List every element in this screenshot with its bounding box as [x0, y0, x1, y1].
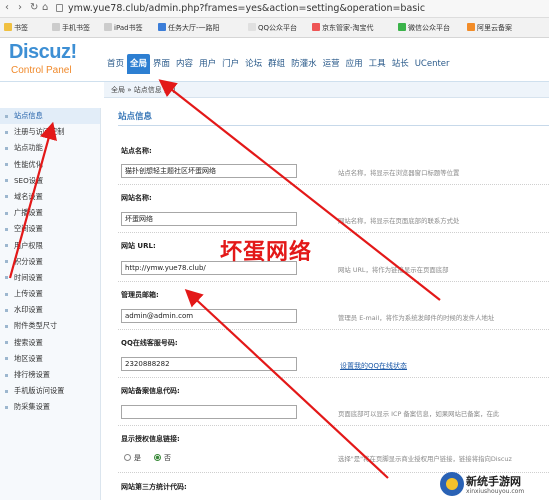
breadcrumb: 全局 » 站点信息 [+] — [104, 82, 549, 98]
sidebar-item-time[interactable]: 时间设置 — [0, 270, 100, 286]
field-tip: 页面底部可以显示 ICP 备案信息，如果网站已备案，在此 — [338, 410, 500, 418]
wechat-icon — [398, 23, 406, 31]
nav-global[interactable]: 全局 — [127, 54, 151, 74]
field-label: QQ在线客服号码: — [121, 339, 178, 347]
nav-home[interactable]: 首页 — [104, 54, 127, 74]
row-divider — [118, 425, 549, 426]
nav-antispam[interactable]: 防灌水 — [288, 54, 320, 74]
sidebar-item-mobile[interactable]: 手机版访问设置 — [0, 383, 100, 399]
row-divider — [118, 281, 549, 282]
row-divider — [118, 184, 549, 185]
field-label: 网站名称: — [121, 194, 152, 202]
sidebar-item-search[interactable]: 搜索设置 — [0, 335, 100, 351]
website-name-input[interactable]: 坏蛋网络 — [121, 212, 297, 226]
sidebar-item-register[interactable]: 注册与访问控制 — [0, 124, 100, 140]
nav-groups[interactable]: 群组 — [265, 54, 288, 74]
sidebar-item-permissions[interactable]: 用户权限 — [0, 238, 100, 254]
settings-panel: 站点信息 站点名称: 猫扑创想轻主题社区坏蛋网络 站点名称，将显示在浏览器窗口标… — [104, 98, 549, 500]
corner-logo: 新统手游网 xinxiushouyou.com — [436, 470, 549, 500]
home-icon[interactable]: ⌂ — [42, 2, 48, 13]
admin-header: Discuz! Control Panel 首页 全局 界面 内容 用户 门户 … — [0, 38, 549, 82]
discuz-logo: Discuz! — [9, 41, 77, 63]
nav-interface[interactable]: 界面 — [150, 54, 173, 74]
field-label: 管理员邮箱: — [121, 291, 159, 299]
refresh-icon[interactable]: ↻ — [30, 2, 38, 13]
qq-status-link[interactable]: 设置我的QQ在线状态 — [340, 361, 407, 371]
watermark-text: 坏蛋网络 — [220, 240, 313, 265]
sidebar-item-broadcast[interactable]: 广播设置 — [0, 205, 100, 221]
url-field[interactable]: ymw.yue78.club/admin.php?frames=yes&acti… — [68, 3, 425, 14]
page-icon — [56, 4, 63, 12]
row-divider — [118, 329, 549, 330]
field-label: 网站备案信息代码: — [121, 387, 180, 395]
nav-users[interactable]: 用户 — [196, 54, 219, 74]
forward-icon[interactable]: › — [18, 2, 22, 13]
folder-icon — [52, 23, 60, 31]
bookmark-item[interactable]: 任务大厅-一路阳 — [158, 23, 220, 33]
row-divider — [118, 377, 549, 378]
bookmark-item[interactable]: 京东管家-淘宝代 — [312, 23, 374, 33]
row-divider — [118, 232, 549, 233]
site-icon — [248, 23, 256, 31]
nav-ucenter[interactable]: UCenter — [412, 54, 453, 74]
nav-forum[interactable]: 论坛 — [242, 54, 265, 74]
sidebar: 站点信息 注册与访问控制 站点功能 性能优化 SEO设置 域名设置 广播设置 空… — [0, 108, 101, 500]
field-tip: 网站名称，将显示在页面底部的联系方式处 — [338, 217, 460, 225]
section-title: 站点信息 — [118, 112, 153, 122]
nav-portal[interactable]: 门户 — [219, 54, 242, 74]
sidebar-item-ranking[interactable]: 排行榜设置 — [0, 367, 100, 383]
nav-content[interactable]: 内容 — [173, 54, 196, 74]
field-tip: 网站 URL，将作为链接显示在页面底部 — [338, 266, 449, 274]
nav-apps[interactable]: 应用 — [343, 54, 366, 74]
bookmarks-bar: 书签 手机书签 iPad书签 任务大厅-一路阳 QQ公众平台 京东管家-淘宝代 … — [0, 18, 549, 38]
star-icon — [4, 23, 12, 31]
qq-service-input[interactable]: 2320888282 — [121, 357, 297, 371]
back-icon[interactable]: ‹ — [5, 2, 9, 13]
field-label: 站点名称: — [121, 147, 152, 155]
field-label: 显示授权信息链接: — [121, 435, 180, 443]
bookmark-item[interactable]: QQ公众平台 — [248, 23, 297, 33]
site-icon — [158, 23, 166, 31]
nav-webmaster[interactable]: 站长 — [389, 54, 412, 74]
sidebar-item-performance[interactable]: 性能优化 — [0, 157, 100, 173]
top-nav: 首页 全局 界面 内容 用户 门户 论坛 群组 防灌水 运营 应用 工具 站长 … — [104, 54, 453, 74]
bookmark-item[interactable]: 微信公众平台 — [398, 23, 450, 33]
site-name-input[interactable]: 猫扑创想轻主题社区坏蛋网络 — [121, 164, 297, 178]
field-tip: 选择"是"将在页脚显示商业授权用户链接，链接将指向Discuz — [338, 455, 512, 463]
bookmark-item[interactable]: 手机书签 — [52, 23, 90, 33]
sidebar-item-domain[interactable]: 域名设置 — [0, 189, 100, 205]
address-bar: ‹ › ↻ ⌂ ymw.yue78.club/admin.php?frames=… — [0, 0, 549, 18]
brand-icon — [440, 472, 464, 496]
field-tip: 管理员 E-mail，将作为系统发邮件的时候的发件人地址 — [338, 314, 495, 322]
sidebar-item-features[interactable]: 站点功能 — [0, 140, 100, 156]
bookmark-item[interactable]: 阿里云备案 — [467, 23, 512, 33]
sidebar-item-site-info[interactable]: 站点信息 — [0, 108, 100, 125]
bookmark-item[interactable]: 书签 — [4, 23, 28, 33]
sidebar-item-anticrawl[interactable]: 防采集设置 — [0, 399, 100, 415]
sidebar-item-watermark[interactable]: 水印设置 — [0, 302, 100, 318]
radio-yes[interactable]: 是 — [124, 453, 141, 463]
field-label: 网站 URL: — [121, 242, 156, 250]
sidebar-item-region[interactable]: 地区设置 — [0, 351, 100, 367]
admin-email-input[interactable]: admin@admin.com — [121, 309, 297, 323]
sidebar-item-seo[interactable]: SEO设置 — [0, 173, 100, 189]
nav-operations[interactable]: 运营 — [320, 54, 343, 74]
radio-icon — [124, 454, 131, 461]
field-label: 网站第三方统计代码: — [121, 483, 187, 491]
sidebar-item-upload[interactable]: 上传设置 — [0, 286, 100, 302]
sidebar-item-space[interactable]: 空间设置 — [0, 221, 100, 237]
section-divider — [118, 125, 549, 126]
site-icon — [312, 23, 320, 31]
radio-checked-icon — [154, 454, 161, 461]
logo-subtitle: Control Panel — [11, 65, 72, 76]
folder-icon — [104, 23, 112, 31]
radio-no[interactable]: 否 — [154, 453, 171, 463]
field-tip: 站点名称，将显示在浏览器窗口标题等位置 — [338, 169, 460, 177]
icp-code-input[interactable] — [121, 405, 297, 419]
sidebar-item-credits[interactable]: 积分设置 — [0, 254, 100, 270]
site-icon — [467, 23, 475, 31]
sidebar-item-attachment-size[interactable]: 附件类型尺寸 — [0, 318, 100, 334]
nav-tools[interactable]: 工具 — [366, 54, 389, 74]
bookmark-item[interactable]: iPad书签 — [104, 23, 143, 33]
